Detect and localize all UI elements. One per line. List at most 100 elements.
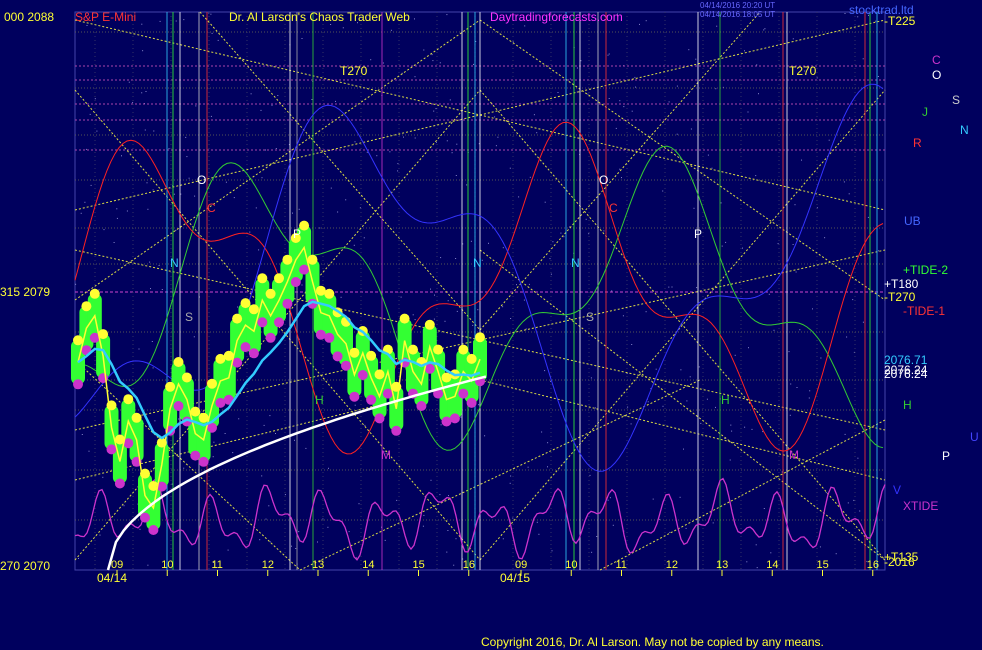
star bbox=[544, 201, 546, 203]
annot-s1: S bbox=[185, 310, 193, 324]
timestamp-1: 04/14/2016 20:20 UT bbox=[700, 1, 775, 10]
star bbox=[139, 528, 141, 530]
annot-s2: S bbox=[586, 310, 594, 324]
price-high-dot bbox=[458, 344, 469, 355]
x-tick-label: 15 bbox=[413, 559, 425, 571]
star bbox=[758, 93, 759, 95]
star bbox=[194, 195, 196, 197]
star bbox=[695, 58, 697, 60]
star bbox=[547, 442, 549, 444]
star bbox=[816, 77, 818, 79]
price-low-dot bbox=[173, 401, 184, 411]
star bbox=[449, 99, 451, 101]
star bbox=[132, 102, 134, 104]
label-ub: UB bbox=[904, 214, 921, 228]
star bbox=[502, 306, 504, 308]
star bbox=[258, 249, 260, 251]
star bbox=[799, 329, 801, 331]
star bbox=[631, 110, 633, 112]
price-high-dot bbox=[475, 332, 485, 343]
star bbox=[298, 208, 300, 210]
star bbox=[430, 479, 432, 481]
star bbox=[353, 244, 355, 246]
star bbox=[141, 23, 143, 25]
star bbox=[358, 503, 360, 505]
star bbox=[185, 136, 187, 138]
star bbox=[846, 336, 848, 338]
star bbox=[477, 309, 479, 311]
label-tide1: -TIDE-1 bbox=[903, 304, 945, 318]
star bbox=[819, 546, 821, 548]
label-j-right: J bbox=[922, 105, 928, 119]
star bbox=[175, 20, 177, 22]
star bbox=[152, 367, 154, 369]
label-o-right: O bbox=[932, 68, 941, 82]
star bbox=[440, 424, 442, 426]
x-tick-label: 10 bbox=[565, 559, 577, 571]
star bbox=[342, 27, 344, 29]
label-u-right: U bbox=[970, 430, 979, 444]
star bbox=[455, 258, 457, 259]
star bbox=[494, 116, 496, 118]
star bbox=[328, 467, 329, 469]
star bbox=[680, 369, 682, 371]
star bbox=[436, 141, 437, 143]
star bbox=[590, 377, 592, 379]
price-white-2: 2076.24 bbox=[884, 367, 928, 381]
star bbox=[619, 100, 621, 102]
star bbox=[748, 347, 749, 349]
x-tick-label: 09 bbox=[111, 559, 123, 571]
star bbox=[596, 536, 598, 537]
star bbox=[271, 104, 273, 106]
star bbox=[291, 545, 292, 547]
star bbox=[696, 287, 698, 289]
star bbox=[439, 62, 441, 64]
annot-h1: H bbox=[315, 393, 324, 407]
star bbox=[731, 430, 733, 432]
star bbox=[529, 176, 531, 178]
star bbox=[690, 128, 692, 130]
star bbox=[295, 548, 297, 549]
star bbox=[298, 531, 300, 533]
annot-p1: P bbox=[293, 227, 301, 241]
annot-p2: P bbox=[694, 227, 702, 241]
star bbox=[734, 354, 736, 356]
label-xtide: XTIDE bbox=[903, 499, 938, 513]
star bbox=[265, 149, 266, 151]
star bbox=[878, 250, 880, 252]
star bbox=[645, 311, 647, 313]
star bbox=[693, 207, 695, 209]
star bbox=[634, 76, 636, 78]
star bbox=[102, 476, 104, 478]
x-tick-label: 09 bbox=[515, 559, 527, 571]
star bbox=[662, 190, 664, 192]
star bbox=[466, 184, 468, 186]
star bbox=[158, 265, 160, 266]
star bbox=[607, 499, 609, 501]
star bbox=[123, 505, 125, 507]
star bbox=[255, 207, 257, 209]
star bbox=[763, 29, 765, 31]
star bbox=[370, 59, 372, 61]
star bbox=[689, 376, 691, 378]
star bbox=[363, 237, 365, 239]
star bbox=[747, 111, 749, 113]
star bbox=[80, 212, 82, 214]
star bbox=[796, 387, 798, 388]
star bbox=[431, 54, 433, 56]
star bbox=[825, 492, 827, 494]
star bbox=[698, 366, 700, 368]
annot-o2: O bbox=[599, 173, 608, 187]
star bbox=[859, 510, 861, 512]
star bbox=[541, 431, 543, 433]
star bbox=[211, 32, 213, 34]
price-high-dot bbox=[274, 273, 284, 284]
star bbox=[844, 13, 846, 14]
star bbox=[473, 63, 474, 65]
star bbox=[453, 564, 455, 566]
x-tick-label: 16 bbox=[463, 559, 475, 571]
price-high-dot bbox=[232, 313, 243, 324]
star bbox=[569, 78, 571, 80]
star bbox=[233, 197, 235, 199]
star bbox=[96, 130, 98, 132]
